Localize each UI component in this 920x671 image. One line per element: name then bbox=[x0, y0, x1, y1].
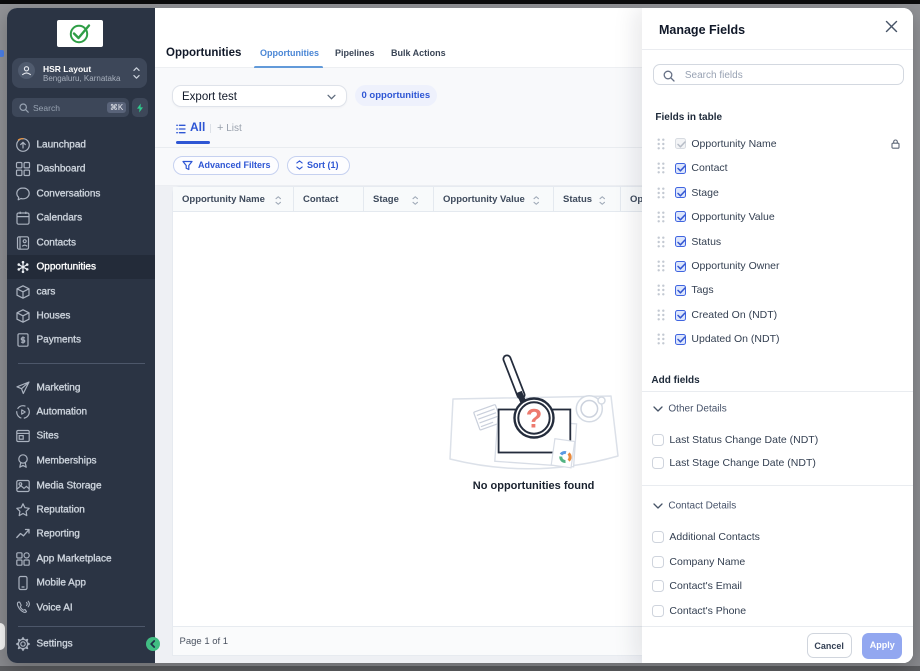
svg-text:?: ? bbox=[526, 404, 543, 434]
